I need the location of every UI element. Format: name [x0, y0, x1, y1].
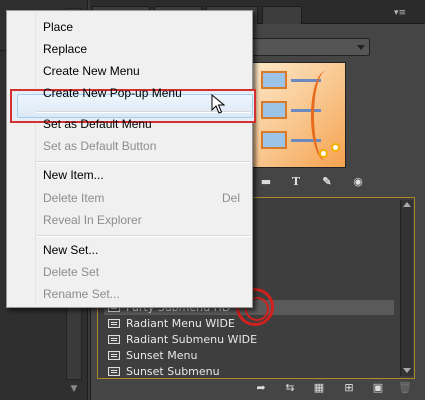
menu-separator [37, 161, 250, 163]
list-item[interactable]: Sunset Submenu [104, 364, 394, 379]
link-icon[interactable]: ➦ [254, 382, 268, 394]
trash-icon[interactable]: 🗑 [398, 382, 412, 394]
list-item-label: Sunset Menu [126, 349, 198, 362]
edit-icon[interactable]: ✎ [321, 176, 333, 188]
scroll-down-icon[interactable] [403, 368, 411, 373]
list-item[interactable]: Sunset Menu [104, 348, 394, 363]
menu-item-icon [108, 335, 120, 344]
eye-icon[interactable]: ◉ [352, 176, 364, 188]
menu-item-set-default-button[interactable]: Set as Default Button [43, 137, 156, 155]
scroll-up-icon[interactable] [403, 202, 411, 207]
text-icon[interactable]: T [290, 176, 302, 188]
menu-item-delete-item[interactable]: Delete Item [43, 189, 104, 207]
menu-item-create-new-popup-menu[interactable]: Create New Pop-up Menu [43, 84, 182, 102]
context-menu: Place Replace Create New Menu Create New… [6, 10, 256, 308]
menu-list-scrollbar[interactable] [400, 200, 413, 376]
folder-icon[interactable]: ▬ [260, 176, 272, 188]
list-item-label: Radiant Menu WIDE [126, 317, 235, 330]
menu-item-set-default-menu[interactable]: Set as Default Menu [43, 115, 152, 133]
preview-flower [319, 149, 328, 158]
preview-button-3 [261, 131, 321, 149]
menu-item-reveal-explorer[interactable]: Reveal In Explorer [43, 211, 142, 229]
panel-tab-4[interactable] [262, 6, 302, 24]
grid-icon[interactable]: ▦ [312, 382, 326, 394]
menu-item-new-item[interactable]: New Item... [43, 166, 104, 184]
menu-item-new-set[interactable]: New Set... [43, 241, 98, 259]
list-item[interactable]: Radiant Submenu WIDE [104, 332, 394, 347]
menu-separator [37, 235, 250, 237]
menu-item-rename-set[interactable]: Rename Set... [43, 285, 120, 303]
menu-item-create-new-menu[interactable]: Create New Menu [43, 62, 140, 80]
chevron-down-icon [357, 45, 365, 50]
menu-item-icon [108, 367, 120, 376]
library-category-dropdown[interactable] [252, 38, 370, 56]
scroll-down-icon[interactable]: ▼ [68, 384, 80, 394]
add-item-icon[interactable]: ⊞ [342, 382, 356, 394]
delete-shortcut: Del [222, 191, 241, 205]
menu-item-replace[interactable]: Replace [43, 40, 87, 58]
menu-preview-thumbnail [252, 62, 346, 168]
list-item-label: Sunset Submenu [126, 365, 220, 378]
mouse-cursor-icon [211, 94, 225, 114]
menu-item-delete-set[interactable]: Delete Set [43, 263, 99, 281]
preview-button-1 [261, 71, 321, 89]
new-doc-icon[interactable]: ▣ [371, 382, 385, 394]
menu-gutter [35, 13, 36, 305]
menu-item-icon [108, 319, 120, 328]
menu-item-place[interactable]: Place [43, 18, 73, 36]
panel-menu-icon[interactable]: ▾≡ [394, 8, 414, 18]
list-item-label: Radiant Submenu WIDE [126, 333, 258, 346]
preview-flower [331, 143, 340, 152]
preview-button-2 [261, 101, 321, 119]
sync-icon[interactable]: ⇆ [283, 382, 297, 394]
menu-item-icon [108, 351, 120, 360]
